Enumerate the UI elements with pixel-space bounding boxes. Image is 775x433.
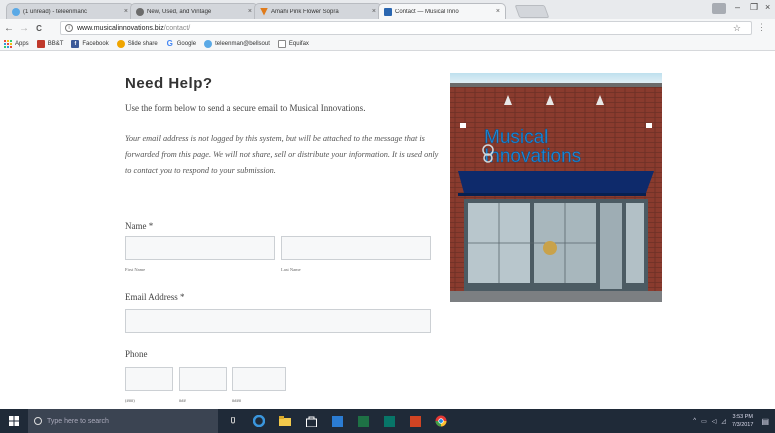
edge-browser-icon[interactable]	[248, 409, 270, 433]
phone-prefix-field[interactable]	[179, 367, 227, 391]
forward-arrow-icon[interactable]: →	[18, 23, 30, 34]
google-icon: G	[166, 39, 173, 48]
first-name-sublabel: First Name	[125, 267, 146, 272]
powerpoint-icon[interactable]	[404, 409, 426, 433]
bookmark-label: Apps	[15, 40, 29, 47]
clock-date: 7/3/2017	[732, 422, 754, 428]
system-tray: ^ ▭ ◁ ◿ 3:53 PM 7/3/2017 ▤	[693, 409, 769, 433]
bookmark-label: Google	[176, 40, 197, 47]
tab-amahi-flower[interactable]: Amahi Pink Flower Sopra ×	[254, 3, 382, 19]
tab-close-icon[interactable]: ×	[372, 8, 376, 15]
profile-icon[interactable]	[712, 3, 726, 14]
store-sign-line1: Musical	[484, 127, 548, 148]
tab-close-icon[interactable]: ×	[124, 8, 128, 15]
mail-icon	[204, 39, 213, 48]
browser-tab-strip: (1 unread) - teleenmanc × New, Used, and…	[0, 0, 775, 19]
contact-page: Need Help? Use the form below to send a …	[0, 51, 775, 409]
etsy-favicon-icon	[260, 7, 268, 16]
slideshare-icon	[116, 39, 125, 48]
bbt-icon	[36, 39, 45, 48]
facebook-icon: f	[71, 39, 80, 48]
bookmark-label: teleenman@bellsout	[215, 40, 270, 47]
first-name-field[interactable]	[125, 236, 275, 260]
taskbar-search-box[interactable]: Type here to search	[28, 409, 218, 433]
bookmark-slideshare[interactable]: Slide share	[116, 39, 158, 48]
outlook-icon[interactable]	[326, 409, 348, 433]
tab-title: Amahi Pink Flower Sopra	[271, 8, 339, 15]
minimize-icon[interactable]: –	[735, 2, 740, 12]
storefront-photo: Musical Innovations	[450, 73, 662, 302]
menu-kebab-icon[interactable]: ⋮	[757, 22, 766, 33]
mail-favicon-icon	[12, 7, 20, 16]
bookmark-label: Facebook	[82, 40, 109, 47]
windows-start-icon[interactable]	[0, 409, 28, 433]
musical-innovations-favicon-icon	[384, 7, 392, 16]
bookmark-equifax[interactable]: Equifax	[277, 39, 309, 48]
phone-area-sublabel: (###)	[125, 398, 135, 403]
tab-title: Contact — Musical Inno	[395, 8, 459, 15]
page-title: Need Help?	[125, 75, 213, 92]
network-icon[interactable]: ▭	[701, 418, 707, 425]
volume-icon[interactable]: ◁	[712, 418, 717, 425]
reload-icon[interactable]: C	[33, 24, 45, 33]
document-icon	[277, 39, 286, 48]
last-name-field[interactable]	[281, 236, 431, 260]
maximize-icon[interactable]: ❐	[750, 2, 758, 13]
new-tab-button[interactable]	[514, 5, 550, 18]
notifications-icon[interactable]: ▤	[761, 417, 769, 426]
chevron-up-icon[interactable]: ^	[693, 418, 696, 424]
chrome-icon[interactable]	[430, 409, 452, 433]
excel-icon[interactable]	[352, 409, 374, 433]
browser-toolbar: ← → C i www.musicalinnovations.biz/conta…	[0, 19, 775, 37]
tab-new-used-vintage[interactable]: New, Used, and Vintage ×	[130, 3, 258, 19]
phone-area-code-field[interactable]	[125, 367, 173, 391]
windows-taskbar: Type here to search ^ ▭ ◁ ◿ 3:53 PM 7/3/…	[0, 409, 775, 433]
last-name-sublabel: Last Name	[281, 267, 301, 272]
bookmark-label: BB&T	[47, 40, 64, 47]
taskbar-clock[interactable]: 3:53 PM 7/3/2017	[732, 413, 753, 429]
phone-line-field[interactable]	[232, 367, 286, 391]
microphone-icon[interactable]	[222, 409, 244, 433]
cortana-circle-icon	[34, 417, 42, 425]
tab-title: (1 unread) - teleenmanc	[23, 8, 88, 15]
phone-label: Phone	[125, 349, 148, 359]
bookmark-star-icon[interactable]: ☆	[733, 23, 741, 34]
bookmarks-bar: Apps BB&T f Facebook Slide share G Googl…	[0, 37, 775, 51]
file-explorer-icon[interactable]	[274, 409, 296, 433]
site-favicon-icon	[136, 7, 144, 16]
phone-line-sublabel: ####	[232, 398, 241, 403]
bookmark-label: Equifax	[288, 40, 309, 47]
tab-contact-musical-innovations[interactable]: Contact — Musical Inno ×	[378, 3, 506, 19]
phone-prefix-sublabel: ###	[179, 398, 186, 403]
battery-icon[interactable]: ◿	[721, 418, 726, 425]
tab-title: New, Used, and Vintage	[147, 8, 212, 15]
bookmark-bbt[interactable]: BB&T	[36, 39, 64, 48]
tab-close-icon[interactable]: ×	[496, 8, 500, 15]
close-window-icon[interactable]: ×	[765, 2, 770, 12]
email-label: Email Address *	[125, 292, 185, 302]
bookmark-apps[interactable]: Apps	[4, 39, 29, 48]
info-icon[interactable]: i	[65, 24, 73, 32]
tab-close-icon[interactable]: ×	[248, 8, 252, 15]
bookmark-google[interactable]: G Google	[166, 39, 197, 48]
bookmark-mail[interactable]: teleenman@bellsout	[204, 39, 270, 48]
publisher-icon[interactable]	[378, 409, 400, 433]
address-bar[interactable]: i www.musicalinnovations.biz/contact/ ☆	[60, 21, 752, 35]
url-path: /contact/	[163, 24, 191, 32]
apps-grid-icon	[4, 39, 12, 48]
taskbar-search-placeholder: Type here to search	[47, 417, 109, 425]
clock-time: 3:53 PM	[732, 414, 753, 420]
email-field[interactable]	[125, 309, 431, 333]
bookmark-label: Slide share	[127, 40, 158, 47]
store-bag-icon[interactable]	[300, 409, 322, 433]
store-sign-line2: Innovations	[484, 146, 581, 167]
privacy-notice: Your email address is not logged by this…	[125, 134, 439, 175]
intro-text: Use the form below to send a secure emai…	[125, 103, 366, 113]
name-label: Name *	[125, 221, 154, 231]
back-arrow-icon[interactable]: ←	[3, 23, 15, 34]
tab-unread-mail[interactable]: (1 unread) - teleenmanc ×	[6, 3, 134, 19]
url-host: www.musicalinnovations.biz	[77, 24, 164, 32]
bookmark-facebook[interactable]: f Facebook	[71, 39, 109, 48]
